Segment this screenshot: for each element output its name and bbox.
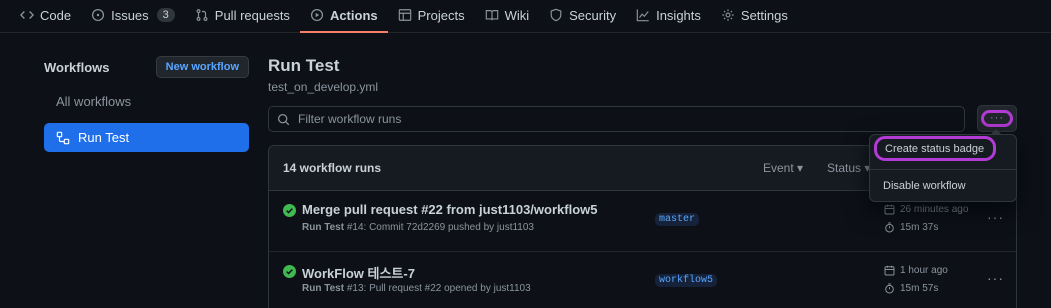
tab-issues[interactable]: Issues 3: [81, 0, 185, 30]
run-more-icon[interactable]: ···: [987, 270, 1004, 286]
stopwatch-icon: [885, 222, 894, 233]
event-filter[interactable]: Event ▾: [763, 161, 803, 175]
run-meta: Run Test #14: Commit 72d2269 pushed by j…: [302, 222, 534, 233]
check-circle-icon: [283, 204, 296, 217]
shield-icon: [550, 8, 562, 22]
sidebar-item-run-test-label: Run Test: [78, 130, 130, 145]
tab-pull-requests[interactable]: Pull requests: [185, 0, 300, 30]
run-duration-text: 15m 37s: [900, 222, 939, 233]
tab-pull-requests-label: Pull requests: [214, 7, 290, 23]
run-when-text: 26 minutes ago: [900, 204, 969, 215]
tab-wiki-label: Wiki: [504, 7, 530, 23]
tab-projects-label: Projects: [417, 7, 465, 23]
tab-issues-label: Issues: [111, 7, 149, 23]
run-meta: Run Test #13: Pull request #22 opened by…: [302, 283, 531, 294]
search-icon: [278, 113, 290, 125]
main-content: Run Test test_on_develop.yml ··· 14 work…: [268, 56, 1018, 308]
tab-code-label: Code: [40, 7, 72, 23]
workflow-icon: [56, 131, 70, 144]
run-more-icon[interactable]: ···: [987, 209, 1004, 225]
calendar-icon: [884, 204, 895, 215]
kebab-horizontal-icon: ···: [981, 110, 1013, 127]
run-when: 1 hour ago: [884, 265, 948, 276]
tab-security[interactable]: Security: [539, 0, 626, 30]
book-icon: [485, 10, 498, 21]
workflow-actions-menu: Create status badge Disable workflow: [869, 129, 1017, 202]
tab-actions[interactable]: Actions: [299, 0, 388, 33]
gear-icon: [722, 9, 734, 21]
calendar-icon: [884, 265, 895, 276]
issues-count-badge: 3: [156, 8, 175, 22]
check-circle-icon: [283, 265, 296, 278]
sidebar-item-all-workflows[interactable]: All workflows: [44, 94, 249, 114]
issue-opened-icon: [92, 8, 105, 22]
graph-icon: [636, 9, 649, 22]
tab-projects[interactable]: Projects: [388, 0, 475, 30]
run-meta-detail: #14: Commit 72d2269 pushed by just1103: [344, 222, 534, 233]
runs-count: 14 workflow runs: [283, 161, 382, 175]
tab-settings-label: Settings: [740, 7, 788, 23]
stopwatch-icon: [885, 283, 894, 294]
create-status-badge-item[interactable]: Create status badge: [874, 136, 996, 161]
tab-insights-label: Insights: [656, 7, 701, 23]
branch-label[interactable]: workflow5: [655, 274, 718, 287]
run-when-text: 1 hour ago: [900, 265, 948, 276]
run-row[interactable]: WorkFlow 테스트-7 Run Test #13: Pull reques…: [269, 252, 1016, 308]
branch-label[interactable]: master: [655, 213, 700, 226]
tab-insights[interactable]: Insights: [626, 0, 711, 30]
repo-nav: Code Issues 3 Pull requests Actions Proj…: [0, 0, 1051, 33]
run-duration: 15m 57s: [884, 283, 938, 294]
workflows-sidebar: Workflows New workflow All workflows Run…: [44, 56, 249, 152]
run-when: 26 minutes ago: [884, 204, 968, 215]
git-pull-request-icon: [196, 9, 208, 21]
table-icon: [398, 9, 411, 21]
workflow-more-button[interactable]: ···: [977, 105, 1017, 132]
tab-wiki[interactable]: Wiki: [475, 0, 540, 30]
run-duration: 15m 37s: [884, 222, 938, 233]
run-workflow-name: Run Test: [302, 222, 345, 233]
tab-actions-label: Actions: [329, 7, 378, 23]
sidebar-item-run-test[interactable]: Run Test: [44, 123, 249, 152]
new-workflow-button[interactable]: New workflow: [155, 56, 249, 78]
page-title: Run Test: [268, 56, 340, 75]
run-title[interactable]: WorkFlow 테스트-7: [302, 263, 415, 282]
tab-settings[interactable]: Settings: [711, 0, 798, 30]
run-duration-text: 15m 57s: [900, 283, 939, 294]
sidebar-title: Workflows: [44, 59, 110, 75]
run-workflow-name: Run Test: [302, 283, 345, 294]
tab-code[interactable]: Code: [10, 0, 81, 30]
workflow-file-link[interactable]: test_on_develop.yml: [268, 80, 1018, 94]
run-title[interactable]: Merge pull request #22 from just1103/wor…: [302, 202, 597, 217]
status-filter[interactable]: Status ▾: [827, 161, 870, 175]
play-icon: [310, 8, 323, 22]
sidebar-header: Workflows New workflow: [44, 56, 249, 78]
run-meta-detail: #13: Pull request #22 opened by just1103: [344, 283, 531, 294]
code-icon: [20, 11, 34, 19]
filter-input[interactable]: [298, 112, 898, 126]
filter-workflow-runs[interactable]: [268, 106, 965, 132]
tab-security-label: Security: [569, 7, 617, 23]
disable-workflow-item[interactable]: Disable workflow: [870, 180, 1016, 192]
menu-divider: [870, 169, 1016, 170]
